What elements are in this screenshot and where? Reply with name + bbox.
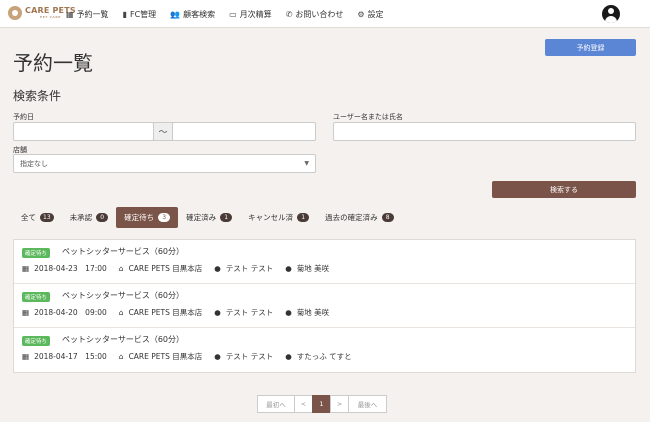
- nav-menu: ▦ 予約一覧 ▮ FC管理 👥 顧客検索 ▭ 月次精算 ✆ お問い合わせ ⚙ 設…: [66, 0, 398, 28]
- user-label: ユーザー名または氏名: [333, 113, 403, 121]
- nav-item-label: お問い合わせ: [295, 9, 344, 19]
- calendar-icon: ▦: [22, 264, 30, 273]
- calendar-icon: ▦: [22, 352, 30, 361]
- tab-label: 未承認: [69, 213, 93, 222]
- staff-name: 菊地 美咲: [296, 264, 330, 273]
- user-icon: ●: [214, 264, 221, 273]
- user-avatar-icon[interactable]: [602, 5, 620, 23]
- nav-item-settings[interactable]: ⚙ 設定: [357, 9, 383, 20]
- top-navbar: CARE PETS PET CARE ▦ 予約一覧 ▮ FC管理 👥 顧客検索 …: [0, 0, 650, 28]
- first-page-button[interactable]: 最初へ: [257, 395, 295, 413]
- store-select[interactable]: 指定なし ▼: [13, 154, 316, 173]
- register-button[interactable]: 予約登録: [545, 39, 636, 56]
- store-name: CARE PETS 目黒本店: [128, 352, 203, 361]
- building-icon: ▮: [122, 9, 127, 19]
- date-label: 予約日: [13, 113, 34, 121]
- date-from-input[interactable]: [13, 122, 154, 141]
- customer-name: テスト テスト: [225, 264, 274, 273]
- user-icon: ●: [214, 308, 221, 317]
- tab-confirmed[interactable]: 確定済み 1: [178, 207, 240, 228]
- user-icon: ●: [285, 352, 292, 361]
- user-icon: ●: [285, 264, 292, 273]
- tab-unapproved[interactable]: 未承認 0: [62, 207, 117, 228]
- count-badge: 3: [158, 213, 171, 222]
- nav-item-fc[interactable]: ▮ FC管理: [123, 9, 157, 20]
- user-icon: ●: [214, 352, 221, 361]
- money-icon: ▭: [229, 9, 237, 19]
- store-name: CARE PETS 目黒本店: [128, 264, 203, 273]
- service-name: ペットシッターサービス（60分）: [62, 335, 185, 344]
- next-page-button[interactable]: >: [330, 395, 349, 413]
- count-badge: 1: [297, 213, 310, 222]
- user-icon: ●: [285, 308, 292, 317]
- current-page-button[interactable]: 1: [312, 395, 331, 413]
- last-page-button[interactable]: 最後へ: [348, 395, 387, 413]
- prev-page-button[interactable]: <: [294, 395, 313, 413]
- calendar-icon: ▦: [66, 9, 74, 19]
- store-selected-value: 指定なし: [20, 159, 48, 168]
- tab-label: 過去の確定済み: [325, 213, 378, 222]
- reservation-list: 確定待ち ペットシッターサービス（60分） ▦ 2018-04-23 17:00 …: [13, 239, 636, 373]
- tab-all[interactable]: 全て 13: [13, 207, 62, 228]
- search-button[interactable]: 検索する: [492, 181, 636, 198]
- service-name: ペットシッターサービス（60分）: [62, 291, 185, 300]
- calendar-icon: ▦: [22, 308, 30, 317]
- staff-name: すたっふ てすと: [296, 352, 352, 361]
- chevron-down-icon: ▼: [304, 160, 309, 167]
- staff-name: 菊地 美咲: [296, 308, 330, 317]
- customer-name: テスト テスト: [225, 308, 274, 317]
- list-item[interactable]: 確定待ち ペットシッターサービス（60分） ▦ 2018-04-17 15:00 …: [14, 328, 635, 372]
- list-item[interactable]: 確定待ち ペットシッターサービス（60分） ▦ 2018-04-20 09:00 …: [14, 284, 635, 328]
- store-name: CARE PETS 目黒本店: [128, 308, 203, 317]
- count-badge: 0: [96, 213, 109, 222]
- home-icon: ⌂: [118, 264, 124, 273]
- users-icon: 👥: [170, 9, 181, 19]
- nav-item-label: 顧客検索: [183, 9, 216, 19]
- service-name: ペットシッターサービス（60分）: [62, 247, 185, 256]
- reservation-datetime: 2018-04-23 17:00: [34, 264, 107, 273]
- status-badge: 確定待ち: [22, 336, 51, 346]
- page-title: 予約一覧: [13, 51, 93, 75]
- nav-item-contact[interactable]: ✆ お問い合わせ: [286, 9, 344, 20]
- paw-icon: [8, 6, 22, 20]
- nav-item-label: FC管理: [129, 9, 157, 19]
- phone-icon: ✆: [285, 9, 293, 19]
- gear-icon: ⚙: [357, 9, 365, 19]
- nav-item-label: 予約一覧: [76, 9, 109, 19]
- count-badge: 13: [40, 213, 54, 222]
- nav-item-reservations[interactable]: ▦ 予約一覧: [66, 9, 109, 20]
- list-item[interactable]: 確定待ち ペットシッターサービス（60分） ▦ 2018-04-23 17:00 …: [14, 240, 635, 284]
- nav-item-customers[interactable]: 👥 顧客検索: [170, 9, 215, 20]
- nav-item-label: 月次精算: [239, 9, 272, 19]
- nav-item-label: 設定: [367, 9, 384, 19]
- tab-label: 全て: [21, 213, 36, 222]
- home-icon: ⌂: [118, 352, 124, 361]
- user-search-input[interactable]: [333, 122, 636, 141]
- tab-cancelled[interactable]: キャンセル済 1: [240, 207, 317, 228]
- nav-item-monthly[interactable]: ▭ 月次精算: [229, 9, 272, 20]
- count-badge: 8: [381, 213, 394, 222]
- date-range-separator: 〜: [153, 122, 173, 141]
- date-to-input[interactable]: [172, 122, 316, 141]
- customer-name: テスト テスト: [225, 352, 274, 361]
- status-badge: 確定待ち: [22, 248, 51, 258]
- tab-past-confirmed[interactable]: 過去の確定済み 8: [317, 207, 402, 228]
- home-icon: ⌂: [118, 308, 124, 317]
- status-badge: 確定待ち: [22, 292, 51, 302]
- tab-label: キャンセル済: [248, 213, 294, 222]
- tab-label: 確定待ち: [124, 213, 155, 222]
- reservation-datetime: 2018-04-20 09:00: [34, 308, 107, 317]
- count-badge: 1: [220, 213, 233, 222]
- tab-pending[interactable]: 確定待ち 3: [116, 207, 179, 228]
- reservation-datetime: 2018-04-17 15:00: [34, 352, 107, 361]
- status-tabs: 全て 13 未承認 0 確定待ち 3 確定済み 1 キャンセル済 1 過去の確定…: [13, 207, 402, 228]
- tab-label: 確定済み: [186, 213, 217, 222]
- search-section-title: 検索条件: [13, 89, 62, 103]
- pagination: 最初へ < 1 > 最後へ: [257, 395, 387, 413]
